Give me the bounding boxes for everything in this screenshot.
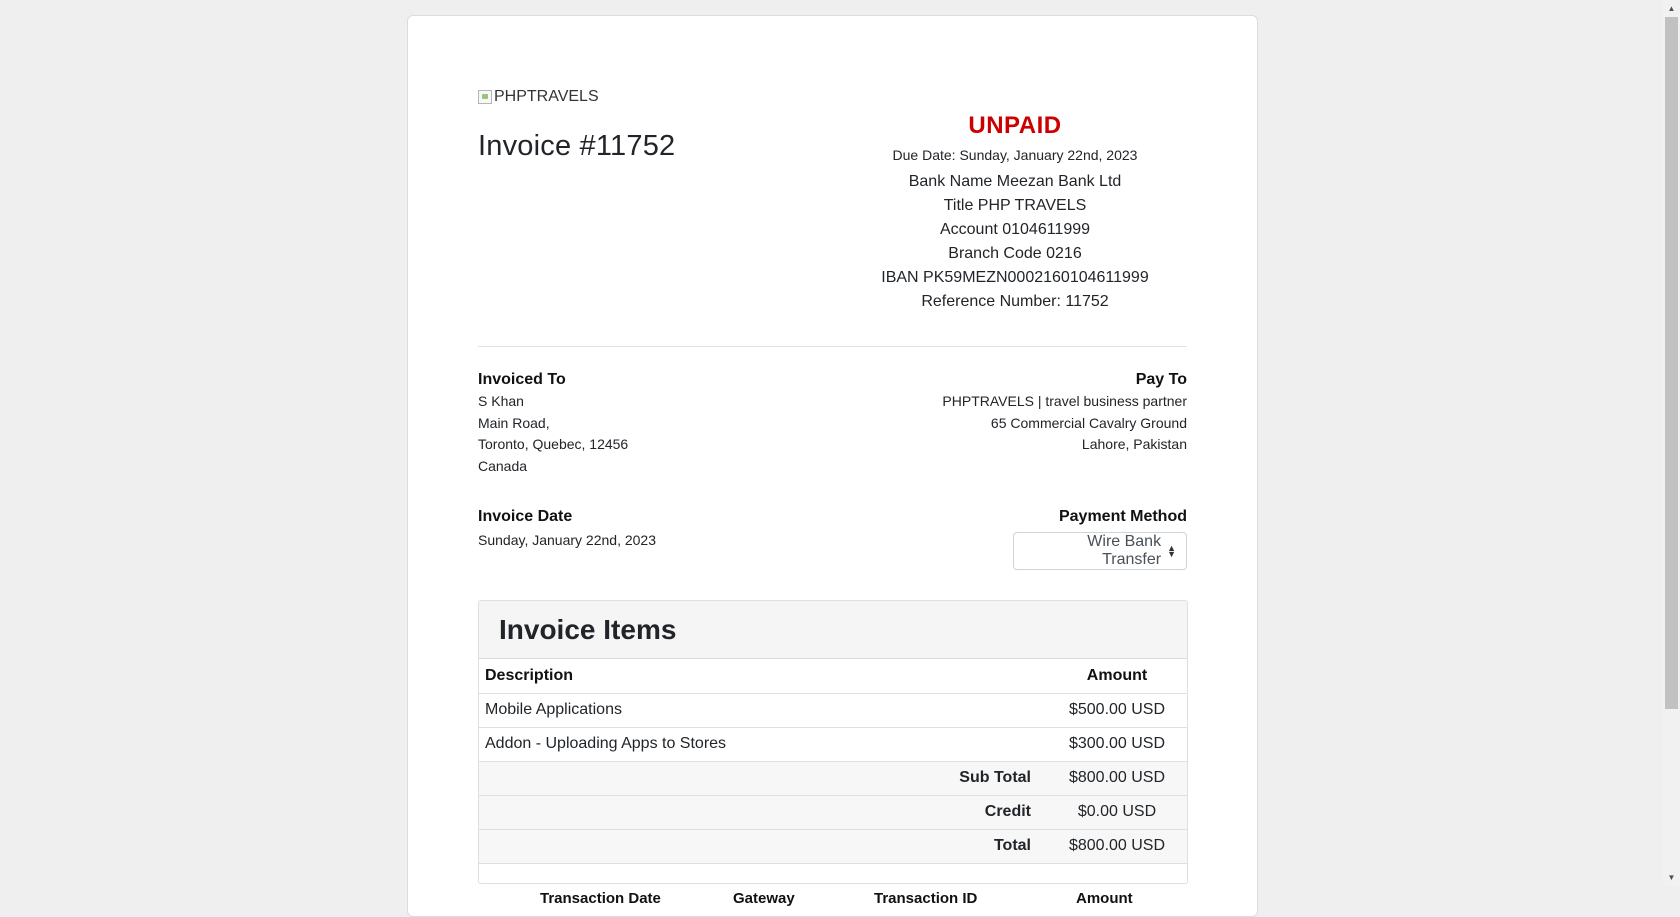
payment-status-block: UNPAID Due Date: Sunday, January 22nd, 2… <box>808 111 1222 314</box>
total-row: Total $800.00 USD <box>479 829 1187 864</box>
invoiced-to-line: Toronto, Quebec, 12456 <box>478 436 629 452</box>
credit-amount: $0.00 USD <box>1047 795 1187 830</box>
item-description: Mobile Applications <box>479 693 1047 728</box>
invoiced-to-line: Canada <box>478 457 528 474</box>
bank-iban: IBAN PK59MEZN0002160104611999 <box>881 269 1149 286</box>
item-amount: $300.00 USD <box>1047 727 1187 762</box>
bank-details: Bank Name Meezan Bank Ltd Title PHP TRAV… <box>808 170 1222 314</box>
column-header-transaction-amount: Amount <box>1076 890 1133 907</box>
reference-number: Reference Number: 11752 <box>921 293 1109 310</box>
payment-method-selected: Wire Bank Transfer <box>1087 533 1162 568</box>
subtotal-label: Sub Total <box>479 761 1047 796</box>
credit-row: Credit $0.00 USD <box>479 795 1187 830</box>
broken-image-icon <box>478 90 492 104</box>
pay-to-block: Pay To PHPTRAVELS | travel business part… <box>942 369 1187 456</box>
total-label: Total <box>479 829 1047 864</box>
bank-title: Title PHP TRAVELS <box>943 197 1087 214</box>
item-amount: $500.00 USD <box>1047 693 1187 728</box>
total-amount: $800.00 USD <box>1047 829 1187 864</box>
invoice-date-label: Invoice Date <box>478 508 573 525</box>
scroll-up-arrow-icon[interactable]: ▲ <box>1663 0 1680 17</box>
payment-method-label: Payment Method <box>1058 508 1187 525</box>
table-row: Addon - Uploading Apps to Stores $300.00… <box>479 727 1187 762</box>
scrollbar-thumb[interactable] <box>1665 17 1678 709</box>
page-scrollbar[interactable]: ▲ ▼ <box>1663 0 1680 886</box>
column-header-description: Description <box>479 659 1047 694</box>
column-header-transaction-date: Transaction Date <box>540 890 661 907</box>
invoice-items-header: Invoice Items <box>479 601 1187 659</box>
company-logo: PHPTRAVELS <box>478 88 599 106</box>
column-header-transaction-id: Transaction ID <box>874 890 978 907</box>
select-arrows-icon: ▲ ▼ <box>1167 543 1176 559</box>
invoiced-to-line: S Khan <box>478 393 524 409</box>
invoice-items-table: Description Amount Mobile Applications $… <box>479 659 1187 864</box>
pay-to-line: 65 Commercial Cavalry Ground <box>990 414 1187 431</box>
payment-method-select[interactable]: Wire Bank Transfer ▲ ▼ <box>1013 532 1187 570</box>
table-header-row: Description Amount <box>479 659 1187 694</box>
pay-to-line: PHPTRAVELS | travel business partner <box>942 393 1187 409</box>
pay-to-label: Pay To <box>1135 371 1187 388</box>
invoice-items-panel: Invoice Items Description Amount Mobile … <box>478 600 1188 884</box>
invoice-items-title: Invoice Items <box>499 613 677 645</box>
subtotal-amount: $800.00 USD <box>1047 761 1187 796</box>
subtotal-row: Sub Total $800.00 USD <box>479 761 1187 796</box>
column-header-gateway: Gateway <box>733 890 795 907</box>
transactions-header: Transaction Date Gateway Transaction ID … <box>478 890 1186 910</box>
item-description: Addon - Uploading Apps to Stores <box>479 727 1047 762</box>
section-divider <box>478 346 1187 347</box>
status-badge: UNPAID <box>968 112 1062 139</box>
invoice-date-value: Sunday, January 22nd, 2023 <box>478 532 656 548</box>
scroll-down-arrow-icon[interactable]: ▼ <box>1663 869 1680 886</box>
invoiced-to-label: Invoiced To <box>478 371 566 388</box>
logo-alt-text: PHPTRAVELS <box>494 88 599 105</box>
table-row: Mobile Applications $500.00 USD <box>479 693 1187 728</box>
payment-method-block: Payment Method Wire Bank Transfer ▲ ▼ <box>1013 506 1187 570</box>
invoice-title: Invoice #11752 <box>478 130 676 162</box>
pay-to-line: Lahore, Pakistan <box>1081 436 1187 452</box>
column-header-amount: Amount <box>1047 659 1187 694</box>
credit-label: Credit <box>479 795 1047 830</box>
bank-name: Bank Name Meezan Bank Ltd <box>908 173 1122 190</box>
due-date: Due Date: Sunday, January 22nd, 2023 <box>892 147 1138 163</box>
invoiced-to-block: Invoiced To S Khan Main Road, Toronto, Q… <box>478 369 628 477</box>
invoice-card: PHPTRAVELS Invoice #11752 UNPAID Due Dat… <box>407 15 1258 917</box>
invoiced-to-line: Main Road, <box>478 414 550 431</box>
bank-branch-code: Branch Code 0216 <box>948 245 1082 262</box>
bank-account: Account 0104611999 <box>939 221 1091 238</box>
invoice-date-block: Invoice Date Sunday, January 22nd, 2023 <box>478 506 656 552</box>
